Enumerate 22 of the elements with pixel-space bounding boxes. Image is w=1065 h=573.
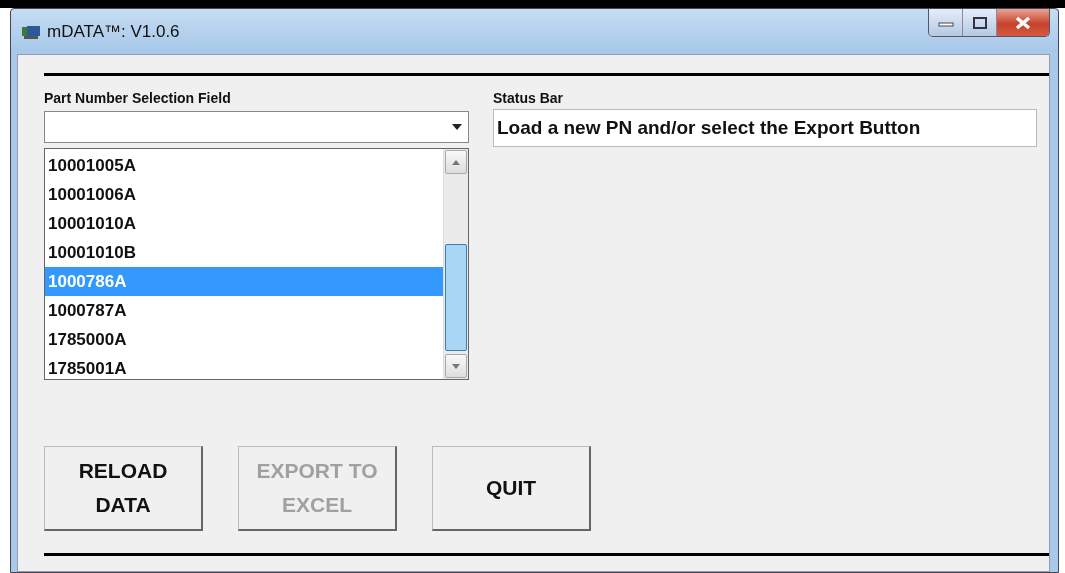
action-button[interactable]: QUIT (432, 446, 591, 531)
status-label: Status Bar (493, 90, 565, 108)
list-item[interactable]: 1785001A (45, 354, 443, 383)
close-button[interactable] (997, 9, 1049, 36)
list-item[interactable]: 10001005A (45, 151, 443, 180)
list-item[interactable]: 10001006A (45, 180, 443, 209)
dropdown-arrow-icon[interactable] (452, 124, 462, 130)
list-item[interactable]: 1785000A (45, 325, 443, 354)
list-item[interactable]: 1000787A (45, 296, 443, 325)
field-label: Part Number Selection Field (44, 90, 232, 108)
action-button[interactable]: RELOAD DATA (44, 446, 203, 531)
scrollbar[interactable] (443, 149, 468, 379)
list-item[interactable]: 10001010B (45, 238, 443, 267)
close-icon (1014, 15, 1032, 30)
maximize-icon (972, 16, 987, 29)
scroll-up-icon[interactable] (452, 159, 460, 165)
list-item[interactable]: 10001010A (45, 209, 443, 238)
app-icon (21, 23, 41, 40)
scroll-down-icon[interactable] (452, 363, 460, 369)
window-title: mDATA™: V1.0.6 (47, 21, 180, 42)
status-field: Load a new PN and/or select the Export Button (493, 109, 1037, 147)
maximize-button[interactable] (963, 9, 997, 36)
